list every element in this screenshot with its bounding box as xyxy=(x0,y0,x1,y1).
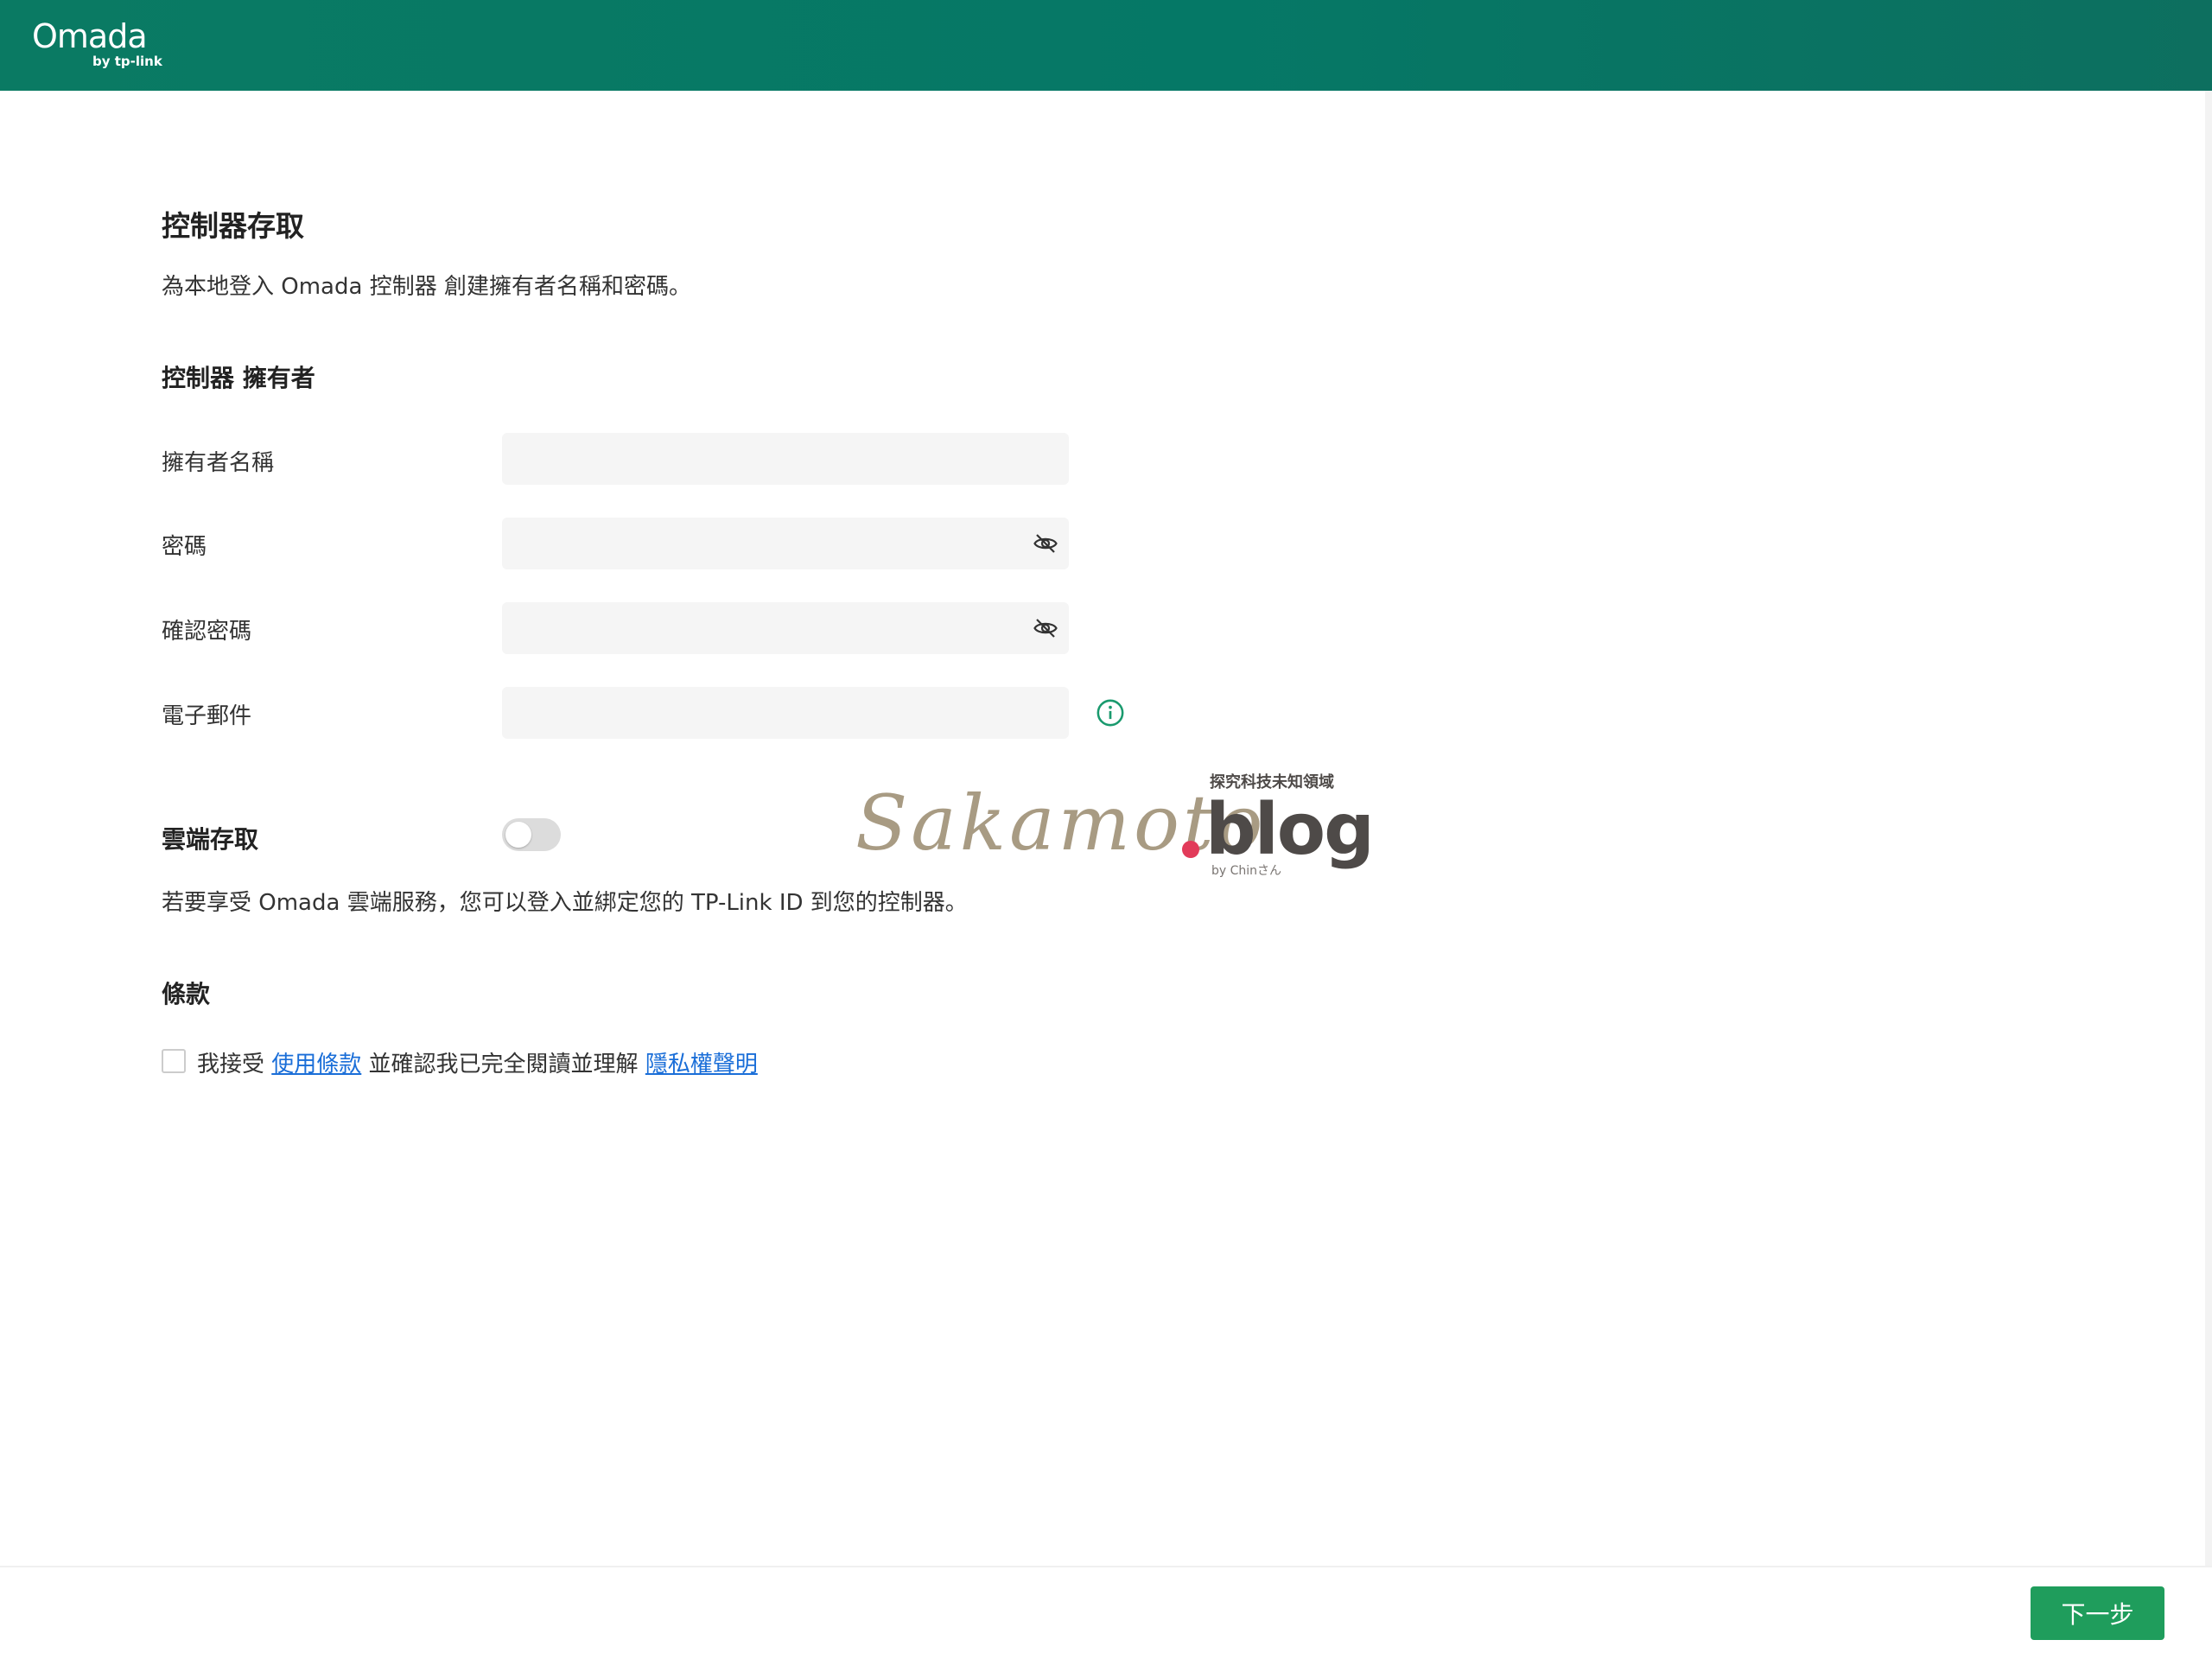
watermark-byline: by Chinさん xyxy=(1211,864,1282,878)
eye-slash-icon[interactable] xyxy=(1033,615,1058,641)
cloud-access-description: 若要享受 Omada 雲端服務，您可以登入並綁定您的 TP-Link ID 到您… xyxy=(162,890,968,916)
next-button[interactable]: 下一步 xyxy=(2031,1586,2164,1640)
confirm-password-label: 確認密碼 xyxy=(162,619,252,645)
password-field[interactable] xyxy=(502,518,1069,569)
terms-of-use-link[interactable]: 使用條款 xyxy=(271,1052,361,1077)
owner-name-input[interactable] xyxy=(502,433,1069,485)
page-description: 為本地登入 Omada 控制器 創建擁有者名稱和密碼。 xyxy=(162,274,691,300)
omada-logo[interactable]: Omada by tp-link xyxy=(32,17,162,69)
confirm-password-input[interactable] xyxy=(502,602,1069,654)
terms-middle: 並確認我已完全閱讀並理解 xyxy=(361,1052,645,1077)
vertical-scrollbar[interactable] xyxy=(2205,91,2212,1567)
cloud-access-label: 雲端存取 xyxy=(162,825,259,854)
footer-divider xyxy=(0,1566,2212,1567)
watermark-dot xyxy=(1182,841,1199,858)
owner-name-label: 擁有者名稱 xyxy=(162,450,275,476)
logo-subtext: by tp-link xyxy=(92,54,162,69)
email-input[interactable] xyxy=(502,687,1069,739)
terms-checkbox[interactable] xyxy=(162,1049,186,1073)
info-icon[interactable] xyxy=(1096,698,1125,728)
terms-statement: 我接受 使用條款 並確認我已完全閱讀並理解 隱私權聲明 xyxy=(197,1046,758,1078)
owner-name-field[interactable] xyxy=(502,433,1069,485)
toggle-knob xyxy=(505,822,531,848)
logo-text: Omada xyxy=(32,17,148,55)
privacy-policy-link[interactable]: 隱私權聲明 xyxy=(645,1052,758,1077)
email-field[interactable] xyxy=(502,687,1069,739)
email-label: 電子郵件 xyxy=(162,703,252,729)
eye-slash-icon[interactable] xyxy=(1033,531,1058,556)
owner-section-heading: 控制器 擁有者 xyxy=(162,364,315,392)
watermark-blog-text: blog xyxy=(1205,789,1375,871)
page-title: 控制器存取 xyxy=(162,209,304,243)
confirm-password-field[interactable] xyxy=(502,602,1069,654)
watermark-logo: 探究科技未知領域 Sakamoto blog by Chinさん xyxy=(855,772,1375,884)
cloud-access-toggle[interactable] xyxy=(502,818,561,851)
password-label: 密碼 xyxy=(162,534,207,560)
terms-heading: 條款 xyxy=(162,980,211,1008)
password-input[interactable] xyxy=(502,518,1069,569)
terms-prefix: 我接受 xyxy=(197,1052,272,1077)
top-header-bar: Omada by tp-link xyxy=(0,0,2212,91)
